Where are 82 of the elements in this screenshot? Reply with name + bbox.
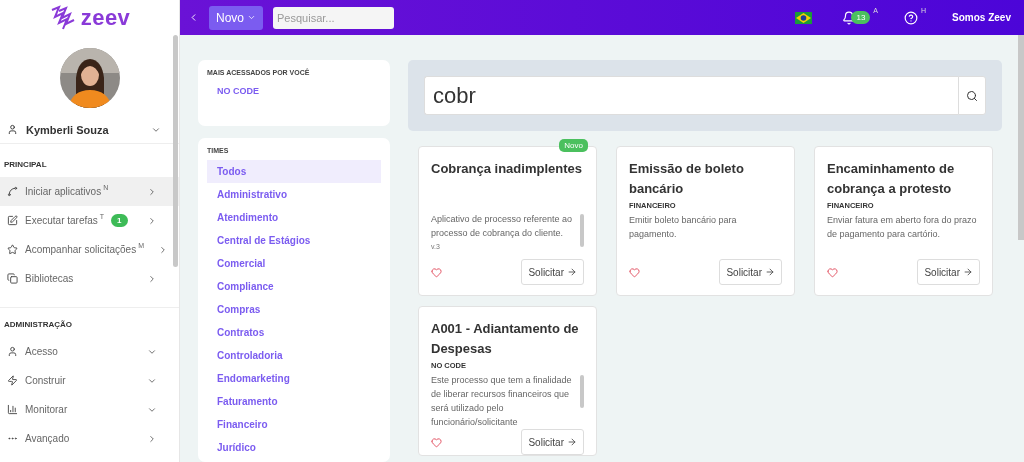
nav-item[interactable]: Executar tarefas $^{T}$ 1 [0,206,179,235]
nav-label: Acesso [25,346,58,357]
nav-icon [7,186,18,197]
app-search-field[interactable]: cobr [424,76,958,115]
nav-item[interactable]: Monitorar [0,395,179,424]
team-item[interactable]: Financeiro [207,413,381,436]
heart-icon[interactable] [629,266,640,278]
count-badge: 1 [111,214,128,227]
heart-icon[interactable] [431,436,442,448]
flag-icon[interactable] [795,11,813,24]
arrow-right-icon [963,267,973,277]
search-field[interactable]: Pesquisar... [273,6,394,29]
new-badge: Novo [559,139,588,152]
heart-icon[interactable] [431,266,442,278]
app-description: Emitir boleto bancário para pagamento. [629,214,738,241]
app-description: Enviar fatura em aberto fora do prazo de pagamento para cartório. [827,214,978,241]
company-name[interactable]: Somos Zeev [952,12,1011,23]
scrollbar[interactable] [580,375,584,408]
chevron-right-icon [158,244,168,255]
nav-icon [7,215,18,226]
nav-label: Avançado [25,433,70,444]
request-button[interactable]: Solicitar [719,259,782,285]
team-item[interactable]: Compliance [207,275,381,298]
nav-icon [7,244,18,255]
app-title: Cobrança inadimplentes [431,160,583,178]
team-item[interactable]: Central de Estágios [207,229,381,252]
brand-name: zeev [80,4,131,31]
scrollbar[interactable] [173,35,178,267]
nav-item[interactable]: Construir [0,366,179,395]
new-button[interactable]: Novo [209,5,263,30]
user-name[interactable]: Kymberli Souza [26,123,143,136]
team-item[interactable]: Controladoria [207,344,381,367]
nav-icon [7,375,18,386]
team-item[interactable]: Todos [207,160,381,183]
search-icon[interactable] [958,76,986,115]
user-icon [7,124,18,135]
nav-label: Acompanhar solicitações [25,244,137,255]
team-item[interactable]: Comercial [207,252,381,275]
heart-icon[interactable] [827,266,838,278]
arrow-right-icon [765,267,775,277]
nav-label: Iniciar aplicativos [25,186,102,197]
app-description: Este processo que tem a finalidade de liberar recursos financeiros que será utilizado pelo funcionário/solicitante [431,374,573,429]
team-item[interactable]: Jurídico [207,436,381,459]
app-title: Encaminhamento de cobrança a protesto [827,160,956,198]
nav-icon [7,273,18,284]
arrow-right-icon [567,267,577,277]
app-title: Emissão de boleto bancário [629,160,745,198]
nav-icon [7,404,18,415]
arrow-right-icon [567,437,577,447]
nav-item[interactable]: Acompanhar solicitações $^{M}$ [0,235,179,264]
request-button[interactable]: Solicitar [521,259,584,285]
team-item[interactable]: Endomarketing [207,367,381,390]
nav-item[interactable]: Acesso [0,337,179,366]
team-item[interactable]: Administrativo [207,183,381,206]
nav-icon [7,346,18,357]
scrollbar[interactable] [1018,35,1024,240]
app-title: A001 - Adiantamento de Despesas [431,320,580,358]
chevron-right-icon [147,273,157,284]
nav-label: Bibliotecas [25,273,74,284]
nav-label: Construir [25,375,66,386]
scrollbar[interactable] [580,214,584,247]
nav-label: Executar tarefas [25,215,98,226]
team-item[interactable]: Contratos [207,321,381,344]
team-item[interactable]: Atendimento [207,206,381,229]
nav-item[interactable]: Avançado [0,424,179,453]
section-title: ADMINISTRAÇÃO [3,319,73,331]
notification-count: 13 [851,11,871,24]
request-button[interactable]: Solicitar [521,429,584,455]
chevron-right-icon [147,215,157,226]
caret-icon [247,13,256,22]
section-title: PRINCIPAL [3,159,48,171]
chevron-right-icon [147,433,157,444]
chevron-right-icon [147,186,157,197]
favorite-link[interactable]: NO CODE [207,82,381,126]
nav-item[interactable]: Bibliotecas [0,264,179,293]
team-item[interactable]: Faturamento [207,390,381,413]
team-item[interactable]: Compras [207,298,381,321]
nav-item[interactable]: Iniciar aplicativos $^{N}$ [0,177,179,206]
nav-label: Monitorar [25,404,68,415]
help-icon[interactable] [904,10,918,25]
app-description: Aplicativo de processo referente ao processo de cobrança do cliente. [431,213,574,240]
request-button[interactable]: Solicitar [917,259,980,285]
